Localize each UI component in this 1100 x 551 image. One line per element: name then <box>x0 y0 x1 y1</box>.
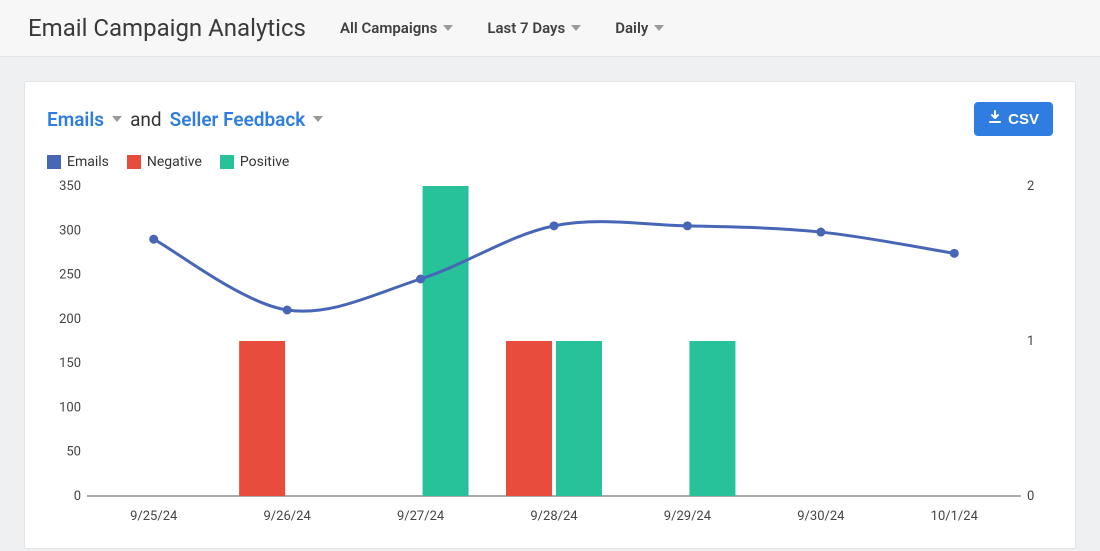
svg-text:9/27/24: 9/27/24 <box>397 509 445 524</box>
svg-text:0: 0 <box>74 489 81 504</box>
analytics-card: Emails and Seller Feedback CSV Emails Ne… <box>24 81 1076 549</box>
metric-a-label: Emails <box>47 108 104 131</box>
svg-text:10/1/24: 10/1/24 <box>931 509 979 524</box>
svg-text:350: 350 <box>59 180 81 194</box>
line-emails <box>154 222 955 311</box>
svg-text:9/30/24: 9/30/24 <box>797 509 845 524</box>
svg-text:9/29/24: 9/29/24 <box>664 509 712 524</box>
filter-campaigns-label: All Campaigns <box>340 19 437 37</box>
card-top: Emails and Seller Feedback CSV <box>47 102 1053 136</box>
filter-granularity-label: Daily <box>615 19 648 37</box>
svg-text:0: 0 <box>1027 489 1034 504</box>
chart: 0 50 100 150 200 250 300 350 0 1 2 9/25/24 9/26/24 9/… <box>47 180 1053 534</box>
legend: Emails Negative Positive <box>47 154 1053 170</box>
header: Email Campaign Analytics All Campaigns L… <box>0 0 1100 57</box>
bar-negative <box>239 341 285 496</box>
metric-joiner: and <box>130 108 162 131</box>
svg-text:2: 2 <box>1027 180 1034 194</box>
legend-emails[interactable]: Emails <box>47 154 109 170</box>
svg-text:300: 300 <box>59 223 81 238</box>
legend-negative[interactable]: Negative <box>127 154 202 170</box>
chevron-down-icon <box>443 25 453 31</box>
svg-text:150: 150 <box>59 356 81 371</box>
point-emails <box>950 249 959 258</box>
chevron-down-icon <box>654 25 664 31</box>
svg-text:100: 100 <box>59 400 81 415</box>
chevron-down-icon <box>313 116 323 122</box>
svg-text:9/25/24: 9/25/24 <box>130 509 178 524</box>
metric-selector-row: Emails and Seller Feedback <box>47 108 323 131</box>
swatch-icon <box>47 155 61 169</box>
bar-positive <box>423 186 469 496</box>
point-emails <box>149 235 158 244</box>
svg-text:1: 1 <box>1027 334 1034 349</box>
chevron-down-icon <box>112 116 122 122</box>
metric-b-label: Seller Feedback <box>170 108 306 131</box>
filter-range[interactable]: Last 7 Days <box>487 19 581 37</box>
metric-b-select[interactable]: Seller Feedback <box>170 108 306 131</box>
page-title: Email Campaign Analytics <box>28 14 306 42</box>
chevron-down-icon <box>571 25 581 31</box>
filter-granularity[interactable]: Daily <box>615 19 664 37</box>
bar-negative <box>506 341 552 496</box>
svg-text:9/26/24: 9/26/24 <box>264 509 312 524</box>
point-emails <box>683 221 692 230</box>
export-csv-button[interactable]: CSV <box>974 102 1053 136</box>
download-icon <box>988 110 1002 128</box>
point-emails <box>550 221 559 230</box>
point-emails <box>283 306 292 315</box>
svg-text:200: 200 <box>59 312 81 327</box>
csv-button-label: CSV <box>1008 111 1039 128</box>
swatch-icon <box>127 155 141 169</box>
point-emails <box>416 275 425 284</box>
bar-positive <box>556 341 602 496</box>
filter-campaigns[interactable]: All Campaigns <box>340 19 453 37</box>
filter-range-label: Last 7 Days <box>487 19 565 37</box>
point-emails <box>816 228 825 237</box>
bar-positive <box>689 341 735 496</box>
legend-positive[interactable]: Positive <box>220 154 289 170</box>
svg-text:250: 250 <box>59 268 81 283</box>
svg-text:50: 50 <box>66 445 81 460</box>
chart-svg: 0 50 100 150 200 250 300 350 0 1 2 9/25/24 9/26/24 9/… <box>47 180 1055 530</box>
swatch-icon <box>220 155 234 169</box>
svg-text:9/28/24: 9/28/24 <box>530 509 578 524</box>
metric-a-select[interactable]: Emails <box>47 108 104 131</box>
